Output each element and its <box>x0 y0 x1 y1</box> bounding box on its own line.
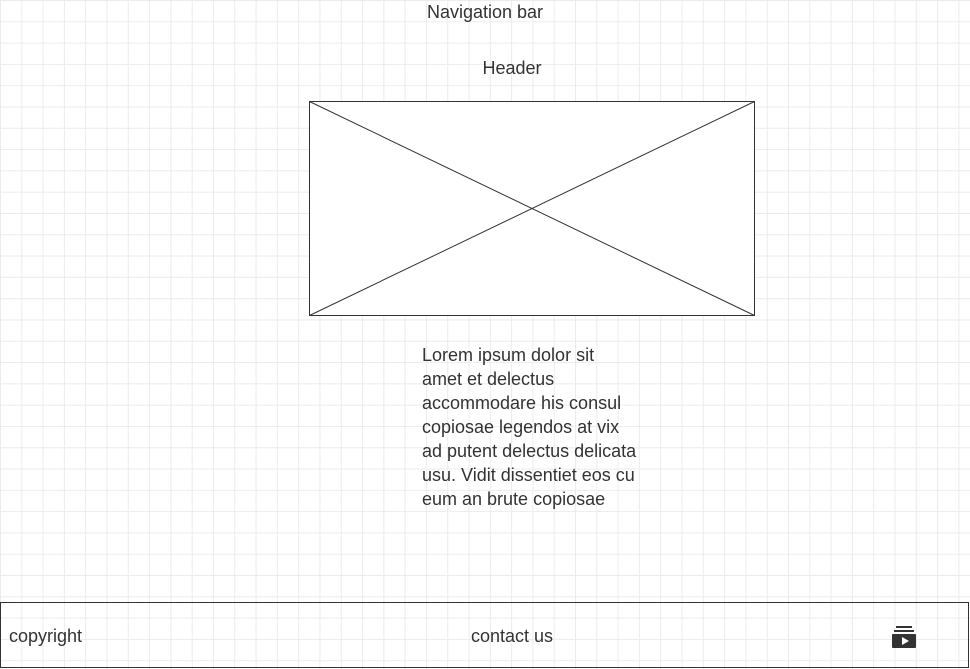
navigation-bar: Navigation bar <box>0 0 970 26</box>
video-playlist-icon[interactable] <box>891 623 917 649</box>
image-placeholder <box>309 101 755 316</box>
header-label: Header <box>482 58 542 78</box>
navigation-bar-label: Navigation bar <box>426 2 544 22</box>
footer: copyright contact us <box>0 602 969 668</box>
image-placeholder-x-icon <box>309 101 755 316</box>
header: Header <box>442 56 582 80</box>
footer-contact-link[interactable]: contact us <box>471 626 553 646</box>
footer-copyright: copyright <box>9 626 83 646</box>
content-paragraph: Lorem ipsum dolor sit amet et delectus a… <box>422 345 637 509</box>
